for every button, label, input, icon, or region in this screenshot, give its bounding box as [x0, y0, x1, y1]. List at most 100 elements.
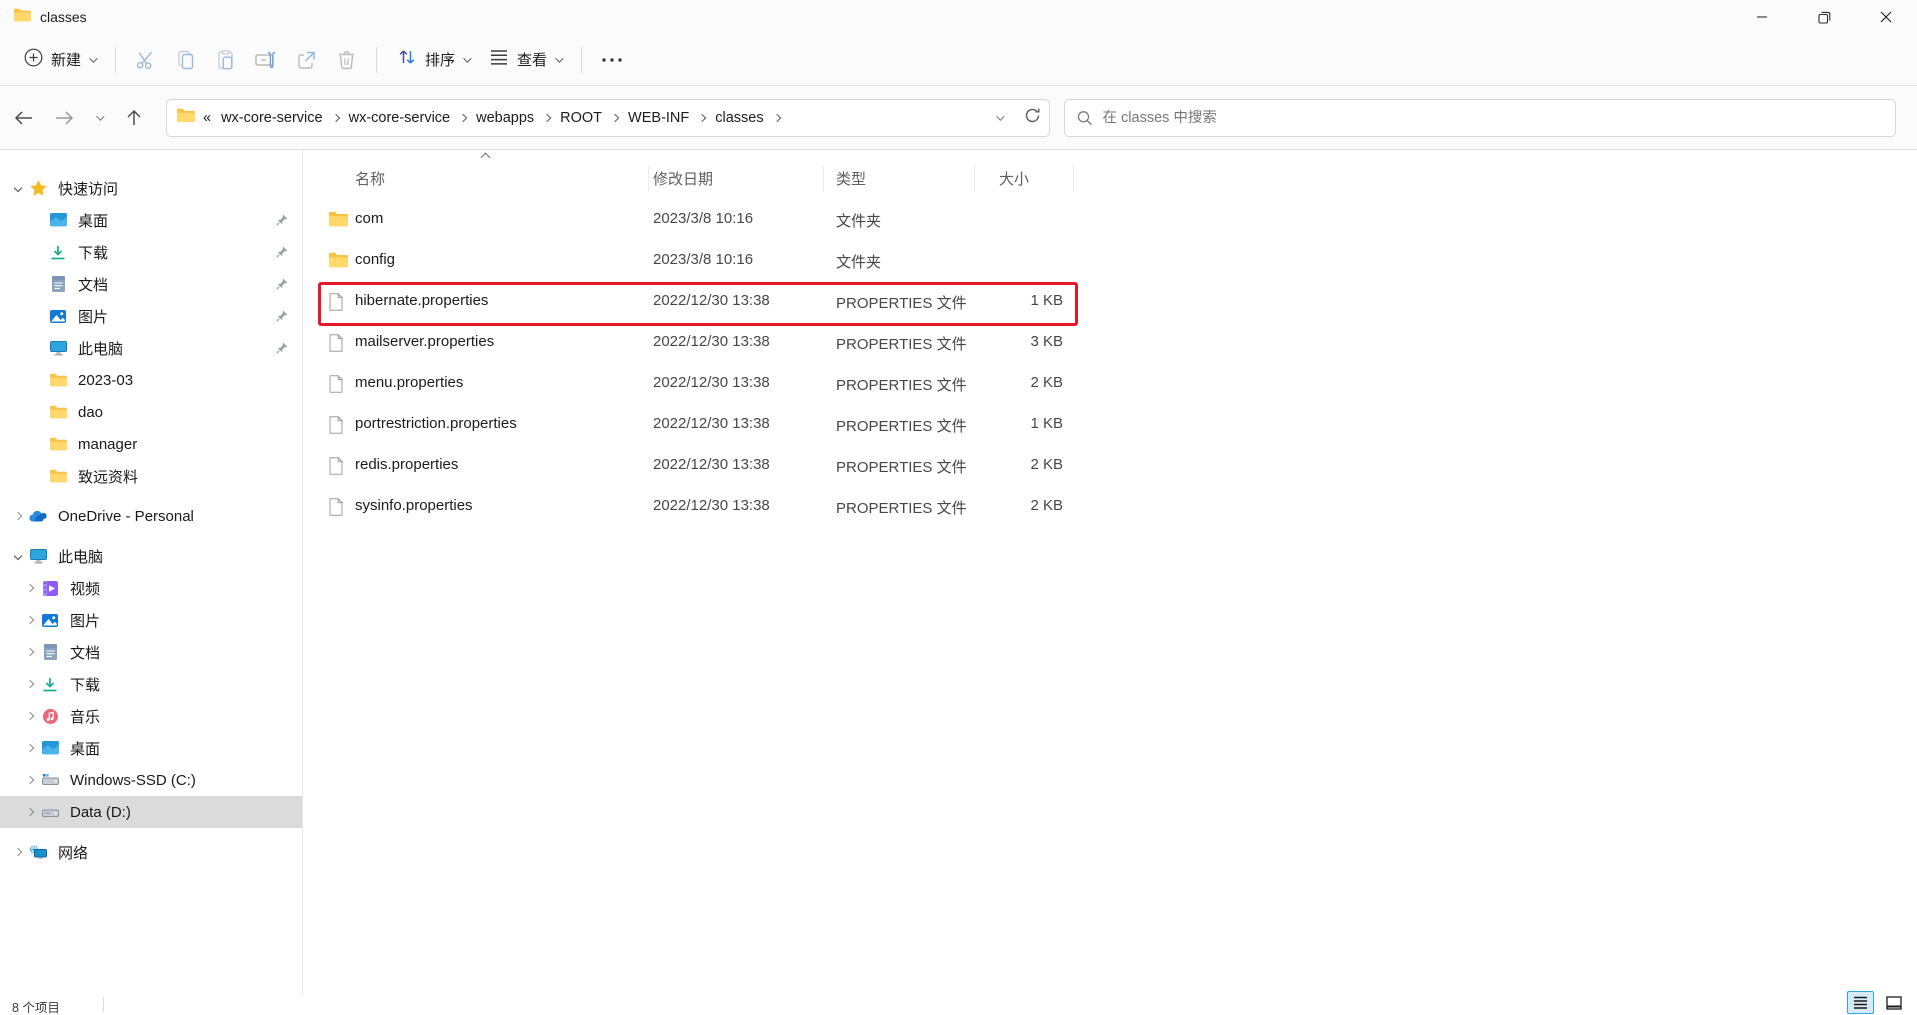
- address-dropdown-button[interactable]: [996, 112, 1004, 120]
- file-date: 2023/3/8 10:16: [653, 251, 753, 268]
- sidebar-item-label: 下载: [78, 242, 108, 263]
- chevron-right-icon[interactable]: [26, 776, 34, 784]
- breadcrumb-segment[interactable]: classes: [709, 110, 769, 126]
- breadcrumb-segment[interactable]: WEB-INF: [622, 110, 695, 126]
- sidebar-item-zhiyuan-ziliao[interactable]: 致远资料: [0, 460, 302, 492]
- cut-button[interactable]: [126, 42, 166, 78]
- up-button[interactable]: [114, 100, 154, 136]
- restore-button[interactable]: [1793, 0, 1855, 34]
- chevron-right-icon[interactable]: [14, 512, 22, 520]
- sidebar-item-dao[interactable]: dao: [0, 396, 302, 428]
- column-header-size[interactable]: 大小: [999, 168, 1029, 189]
- column-divider[interactable]: [1073, 166, 1074, 192]
- file-size: 2 KB: [923, 456, 1063, 473]
- breadcrumb-segment[interactable]: wx-core-service: [343, 110, 457, 126]
- sidebar-item-desktop[interactable]: 桌面: [0, 204, 302, 236]
- sort-button-label: 排序: [425, 49, 455, 70]
- back-button[interactable]: [4, 100, 44, 136]
- new-button[interactable]: 新建: [14, 42, 105, 78]
- chevron-right-icon[interactable]: [26, 808, 34, 816]
- sidebar-item-windows-ssd-c[interactable]: Windows-SSD (C:): [0, 764, 302, 796]
- chevron-right-icon[interactable]: [26, 744, 34, 752]
- file-row-portrestriction-properties[interactable]: portrestriction.properties 2022/12/30 13…: [303, 405, 1917, 446]
- sidebar-item-this-pc[interactable]: 此电脑: [0, 540, 302, 572]
- recent-locations-button[interactable]: [84, 100, 114, 136]
- paste-button[interactable]: [206, 42, 246, 78]
- chevron-down-icon[interactable]: [14, 184, 22, 192]
- sidebar-item-music[interactable]: 音乐: [0, 700, 302, 732]
- sidebar-item-pictures-pc[interactable]: 图片: [0, 604, 302, 636]
- chevron-right-icon[interactable]: [26, 584, 34, 592]
- file-row-redis-properties[interactable]: redis.properties 2022/12/30 13:38 PROPER…: [303, 446, 1917, 487]
- sidebar-item-downloads[interactable]: 下载: [0, 236, 302, 268]
- details-view-button[interactable]: [1847, 991, 1874, 1014]
- chevron-down-icon[interactable]: [14, 552, 22, 560]
- column-header-date[interactable]: 修改日期: [653, 168, 713, 189]
- file-row-com[interactable]: com 2023/3/8 10:16 文件夹: [303, 200, 1917, 241]
- sort-button[interactable]: 排序: [387, 42, 479, 78]
- sidebar-item-data-d[interactable]: Data (D:): [0, 796, 302, 828]
- sidebar-item-this-pc-pinned[interactable]: 此电脑: [0, 332, 302, 364]
- large-icons-view-button[interactable]: [1880, 991, 1907, 1014]
- breadcrumb-segment[interactable]: ROOT: [554, 110, 608, 126]
- sidebar-item-downloads-pc[interactable]: 下载: [0, 668, 302, 700]
- sidebar-item-onedrive[interactable]: OneDrive - Personal: [0, 500, 302, 532]
- title-bar: classes: [0, 0, 1917, 34]
- close-button[interactable]: [1855, 0, 1917, 34]
- file-row-sysinfo-properties[interactable]: sysinfo.properties 2022/12/30 13:38 PROP…: [303, 487, 1917, 528]
- column-divider[interactable]: [823, 166, 824, 192]
- search-input[interactable]: [1103, 110, 1884, 126]
- copy-button[interactable]: [166, 42, 206, 78]
- more-options-button[interactable]: [592, 42, 632, 78]
- ellipsis-icon: [601, 57, 623, 63]
- folder-icon: [329, 252, 348, 273]
- chevron-right-icon[interactable]: [26, 616, 34, 624]
- file-size: 2 KB: [923, 497, 1063, 514]
- view-button[interactable]: 查看: [479, 42, 571, 78]
- forward-button[interactable]: [44, 100, 84, 136]
- file-icon: [329, 457, 343, 480]
- file-date: 2022/12/30 13:38: [653, 333, 770, 350]
- paste-icon: [215, 49, 237, 71]
- file-row-mailserver-properties[interactable]: mailserver.properties 2022/12/30 13:38 P…: [303, 323, 1917, 364]
- sidebar-item-documents-pc[interactable]: 文档: [0, 636, 302, 668]
- file-row-config[interactable]: config 2023/3/8 10:16 文件夹: [303, 241, 1917, 282]
- breadcrumb-segment[interactable]: webapps: [470, 110, 540, 126]
- chevron-right-icon: [543, 113, 551, 121]
- search-box[interactable]: [1064, 99, 1896, 137]
- file-name: hibernate.properties: [355, 292, 488, 309]
- breadcrumb-segment[interactable]: wx-core-service: [215, 110, 329, 126]
- sidebar-item-desktop-pc[interactable]: 桌面: [0, 732, 302, 764]
- breadcrumb-overflow[interactable]: «: [203, 110, 211, 126]
- refresh-button[interactable]: [1024, 107, 1041, 129]
- column-divider[interactable]: [974, 166, 975, 192]
- rename-button[interactable]: [246, 42, 286, 78]
- address-bar[interactable]: « wx-core-service wx-core-service webapp…: [166, 99, 1050, 137]
- sidebar-item-videos[interactable]: 视频: [0, 572, 302, 604]
- column-header-type[interactable]: 类型: [836, 168, 866, 189]
- arrow-left-icon: [14, 110, 34, 126]
- sidebar-item-manager[interactable]: manager: [0, 428, 302, 460]
- pc-icon: [28, 549, 48, 564]
- file-date: 2022/12/30 13:38: [653, 497, 770, 514]
- file-name: redis.properties: [355, 456, 458, 473]
- chevron-right-icon[interactable]: [14, 848, 22, 856]
- column-divider[interactable]: [648, 166, 649, 192]
- share-button[interactable]: [286, 42, 326, 78]
- sidebar-item-quick-access[interactable]: 快速访问: [0, 172, 302, 204]
- file-type: 文件夹: [836, 251, 881, 272]
- sidebar-item-2023-03[interactable]: 2023-03: [0, 364, 302, 396]
- minimize-button[interactable]: [1731, 0, 1793, 34]
- file-row-hibernate-properties[interactable]: hibernate.properties 2022/12/30 13:38 PR…: [303, 282, 1917, 323]
- sidebar-item-documents[interactable]: 文档: [0, 268, 302, 300]
- sidebar-item-pictures[interactable]: 图片: [0, 300, 302, 332]
- chevron-right-icon: [698, 113, 706, 121]
- chevron-right-icon[interactable]: [26, 648, 34, 656]
- sidebar-item-network[interactable]: 网络: [0, 836, 302, 868]
- file-row-menu-properties[interactable]: menu.properties 2022/12/30 13:38 PROPERT…: [303, 364, 1917, 405]
- delete-button[interactable]: [326, 42, 366, 78]
- address-folder-icon: [177, 108, 195, 128]
- chevron-right-icon[interactable]: [26, 712, 34, 720]
- column-header-name[interactable]: 名称: [355, 168, 385, 189]
- chevron-right-icon[interactable]: [26, 680, 34, 688]
